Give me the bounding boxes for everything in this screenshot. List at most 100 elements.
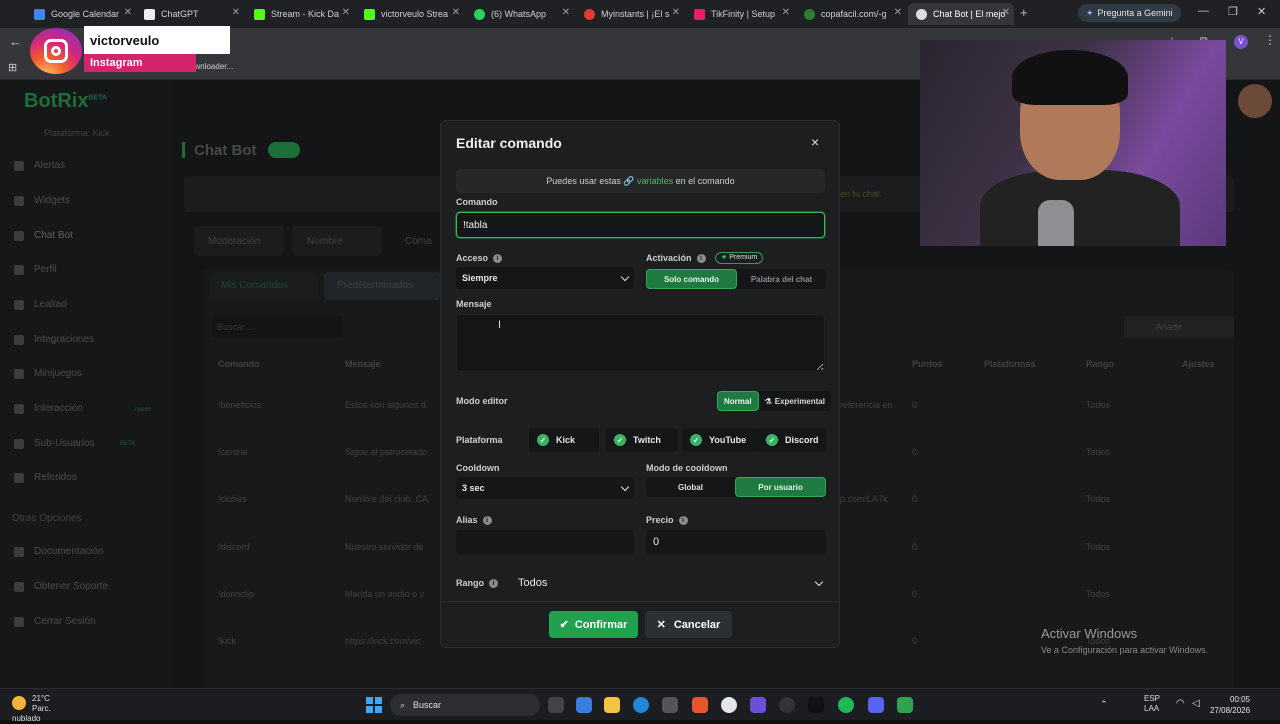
column-comando[interactable]: Comando <box>218 359 260 369</box>
clock[interactable]: 00:05 27/08/2026 <box>1210 694 1250 716</box>
tab-myinstants[interactable]: Myinstants | ¡El s ✕ <box>576 3 684 25</box>
access-select[interactable]: Siempre <box>456 267 634 289</box>
chevron-up-icon[interactable]: ⌃ <box>1100 699 1108 710</box>
editor-normal[interactable]: Normal <box>717 391 759 411</box>
tab-google-calendar[interactable]: Google Calendar ✕ <box>26 3 136 25</box>
tab-chatgpt[interactable]: ChatGPT ✕ <box>136 3 244 25</box>
cooldown-por-usuario[interactable]: Por usuario <box>735 477 826 497</box>
app-green-icon[interactable] <box>897 697 913 713</box>
volume-icon[interactable]: ◁ <box>1192 698 1200 709</box>
file-explorer-icon[interactable] <box>604 697 620 713</box>
tab-whatsapp[interactable]: (6) WhatsApp ✕ <box>466 3 574 25</box>
sidebar-item-perfil[interactable]: Perfil <box>14 264 57 275</box>
activation-solo-comando[interactable]: Solo comando <box>646 269 737 289</box>
sidebar-item-referidos[interactable]: Referidos <box>14 472 77 483</box>
obs-icon[interactable] <box>779 697 795 713</box>
row-message: Sigue al patrocinado <box>345 447 428 457</box>
column-rango[interactable]: Rango <box>1086 359 1114 369</box>
minimize-icon[interactable]: — <box>1198 5 1209 17</box>
close-tab-icon[interactable]: ✕ <box>1002 7 1010 18</box>
close-tab-icon[interactable]: ✕ <box>124 7 132 18</box>
editor-experimental[interactable]: ⚗ Experimental <box>759 391 831 411</box>
close-tab-icon[interactable]: ✕ <box>232 7 240 18</box>
cancel-button[interactable]: ✕ Cancelar <box>645 611 732 638</box>
row-command: !kick <box>218 636 236 646</box>
close-icon[interactable]: × <box>811 134 819 150</box>
title-accent <box>182 142 185 158</box>
platform-kick[interactable]: ✓ Kick <box>529 428 599 452</box>
platform-twitch[interactable]: ✓ Twitch <box>606 428 678 452</box>
plug-icon <box>14 334 24 345</box>
command-input[interactable] <box>456 212 825 238</box>
spotify-icon[interactable] <box>838 697 854 713</box>
platform-discord[interactable]: ✓ Discord <box>758 428 826 452</box>
taskbar-search[interactable]: ⌕ Buscar <box>390 694 540 716</box>
sidebar-item-sub-usuarios[interactable]: Sub-Usuarios <box>14 438 95 449</box>
tab-kick-stream[interactable]: victorveulo Strea ✕ <box>356 3 464 25</box>
tab-copafacil[interactable]: copafacil.com/-g ✕ <box>796 3 906 25</box>
ask-gemini-button[interactable]: ✦ Pregunta a Gemini <box>1078 4 1181 22</box>
sidebar-item-documentacion[interactable]: Documentación <box>14 546 103 557</box>
store-icon[interactable] <box>662 697 678 713</box>
price-input[interactable]: 0 <box>646 530 826 554</box>
widget-icon <box>14 195 24 206</box>
app-icon[interactable] <box>750 697 766 713</box>
row-command: !central <box>218 447 248 457</box>
platform-youtube[interactable]: ✓ YouTube <box>682 428 759 452</box>
close-tab-icon[interactable]: ✕ <box>452 7 460 18</box>
apps-grid-icon[interactable]: ⊞ <box>8 61 17 74</box>
close-tab-icon[interactable]: ✕ <box>342 7 350 18</box>
sidebar-item-integraciones[interactable]: Integraciones <box>14 334 94 345</box>
tikfinity-icon <box>694 8 705 20</box>
sidebar-item-chat-bot[interactable]: Chat Bot <box>14 230 73 241</box>
rank-select[interactable]: Todos <box>514 572 826 594</box>
cooldown-global[interactable]: Global <box>646 477 735 497</box>
sidebar-item-soporte[interactable]: Obtener Soporte <box>14 581 108 592</box>
kick-icon <box>364 8 375 20</box>
window-close-icon[interactable]: ✕ <box>1257 5 1266 18</box>
chrome-icon[interactable] <box>721 697 737 713</box>
link-icon: 🔗 <box>623 176 635 186</box>
avatar[interactable] <box>1238 84 1272 118</box>
activation-palabra-chat[interactable]: Palabra del chat <box>737 269 826 289</box>
new-badge: nuevo <box>135 407 152 413</box>
close-tab-icon[interactable]: ✕ <box>894 7 902 18</box>
chevron-down-icon <box>620 272 630 281</box>
maximize-icon[interactable]: ❐ <box>1228 5 1238 18</box>
new-tab-icon[interactable]: + <box>1020 5 1028 20</box>
alias-input[interactable] <box>456 530 634 554</box>
message-textarea[interactable] <box>456 314 825 372</box>
activation-toggle: Solo comando Palabra del chat <box>646 269 826 289</box>
profile-avatar[interactable]: V <box>1234 35 1248 49</box>
brave-icon[interactable] <box>692 697 708 713</box>
tiktok-icon[interactable] <box>808 697 824 713</box>
windows-start-icon[interactable] <box>366 697 382 713</box>
sidebar-item-lealtad[interactable]: Lealtad <box>14 299 67 310</box>
column-puntos[interactable]: Puntos <box>912 359 943 369</box>
edge-icon[interactable] <box>633 697 649 713</box>
chatgpt-icon <box>144 8 155 20</box>
menu-icon[interactable]: ⋮ <box>1264 33 1276 47</box>
cooldown-select[interactable]: 3 sec <box>456 477 634 499</box>
back-icon[interactable]: ← <box>9 34 22 49</box>
tab-tikfinity[interactable]: TikFinity | Setup ✕ <box>686 3 794 25</box>
task-view-icon[interactable] <box>548 697 564 713</box>
close-tab-icon[interactable]: ✕ <box>562 7 570 18</box>
sidebar-item-alertas[interactable]: Alertas <box>14 160 65 171</box>
sidebar-item-widgets[interactable]: Widgets <box>14 195 70 206</box>
close-tab-icon[interactable]: ✕ <box>782 7 790 18</box>
discord-icon[interactable] <box>868 697 884 713</box>
tab-kick-dashboard[interactable]: Stream - Kick Da ✕ <box>246 3 354 25</box>
column-plataformas[interactable]: Plataformas <box>984 359 1036 369</box>
copilot-icon[interactable] <box>576 697 592 713</box>
sidebar-item-interaccion[interactable]: Interacción <box>14 403 83 414</box>
sidebar-item-cerrar-sesion[interactable]: Cerrar Sesión <box>14 616 96 627</box>
bot-toggle[interactable] <box>268 142 300 158</box>
tab-comandos-label[interactable]: Coma <box>405 236 432 247</box>
variables-link[interactable]: variables <box>637 176 673 186</box>
wifi-icon[interactable]: ◠ <box>1176 698 1185 709</box>
tab-chat-bot[interactable]: Chat Bot | El mejo ✕ <box>908 3 1014 25</box>
sidebar-item-minijuegos[interactable]: Minijuegos <box>14 368 82 379</box>
close-tab-icon[interactable]: ✕ <box>672 7 680 18</box>
confirm-button[interactable]: ✔ Confirmar <box>549 611 638 638</box>
